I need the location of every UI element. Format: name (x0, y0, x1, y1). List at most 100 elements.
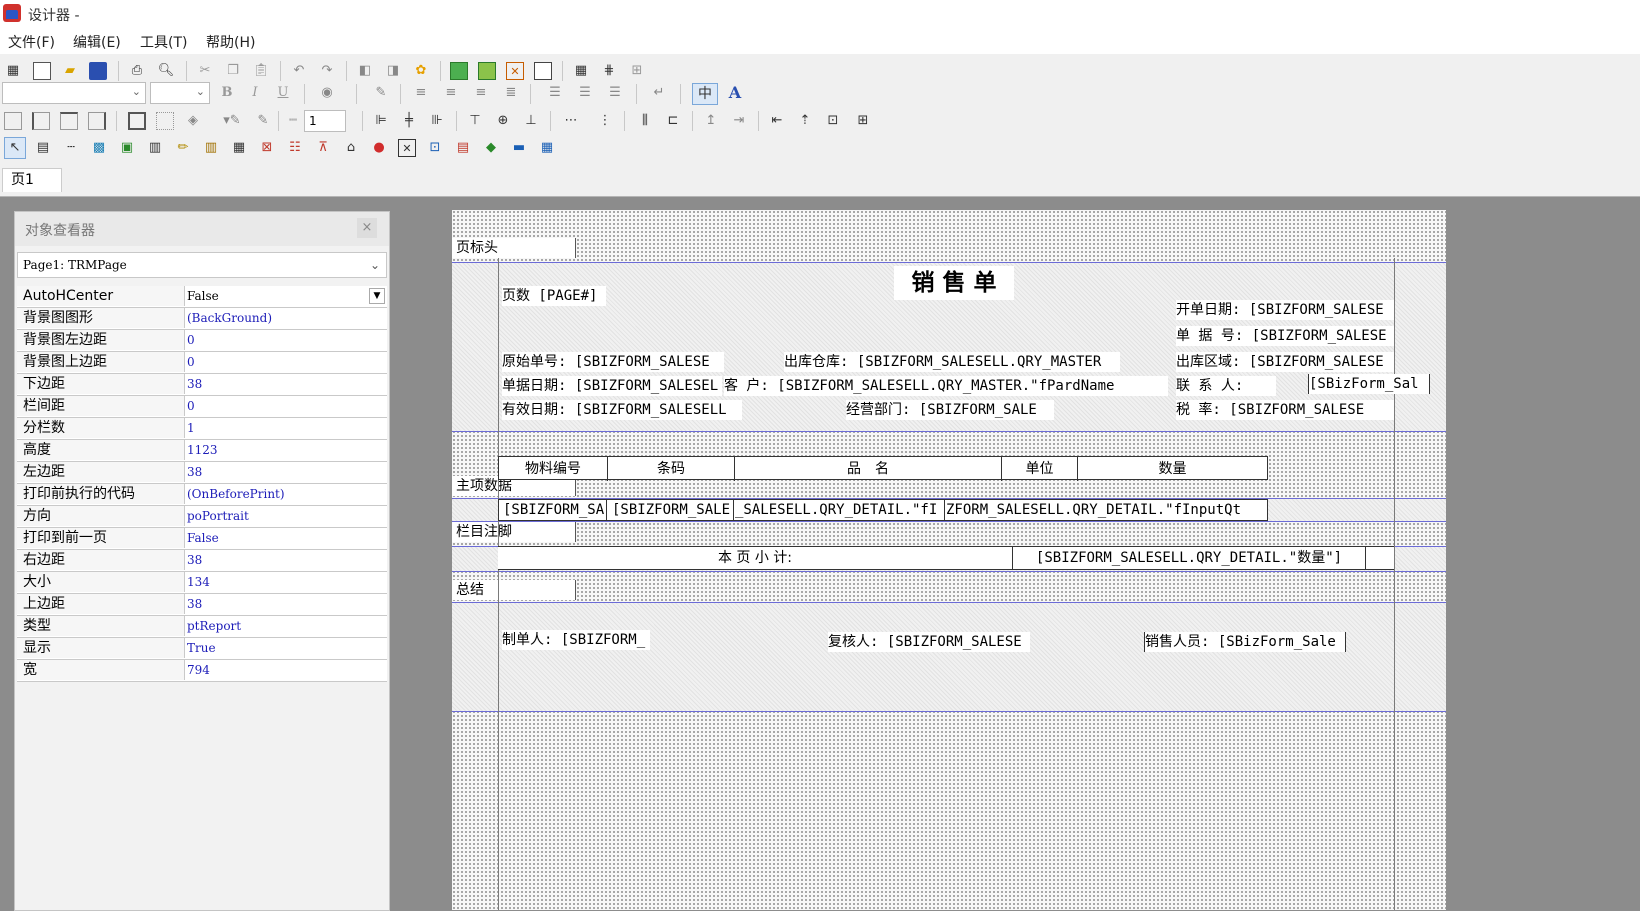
highlight-icon[interactable]: ◉ (318, 84, 336, 102)
space-horizontal-icon[interactable]: ⋯ (562, 112, 580, 130)
diagram-icon[interactable]: ▤ (454, 139, 472, 157)
property-value[interactable]: 1123 (187, 440, 218, 460)
space-vertical-icon[interactable]: ⋮ (596, 112, 614, 130)
subtotal-label[interactable]: 本 页 小 计: (498, 547, 1013, 569)
chevron-down-icon[interactable]: ▼ (369, 288, 385, 304)
align-right-icon[interactable]: ≡ (472, 84, 490, 102)
property-row[interactable]: 类型 ptReport (17, 616, 387, 638)
detail-row[interactable]: [SBIZFORM_SA [SBIZFORM_SALE _SALESELL.QR… (498, 499, 1268, 521)
select-tool-icon[interactable]: ↖ (4, 137, 26, 159)
property-value[interactable]: 1 (187, 418, 195, 438)
move-left-icon[interactable]: ⇤ (768, 112, 786, 130)
col-header-unit[interactable]: 单位 (1002, 457, 1078, 481)
shapes-icon[interactable]: ◆ (482, 139, 500, 157)
property-value[interactable]: 38 (187, 594, 202, 614)
property-row[interactable]: 显示 True (17, 638, 387, 660)
align-rights-icon[interactable]: ⊪ (428, 112, 446, 130)
new-file-icon[interactable] (33, 62, 51, 80)
detail-cell-material-no[interactable]: [SBIZFORM_SA (499, 500, 607, 520)
align-left-icon[interactable]: ≡ (412, 84, 430, 102)
contact-field[interactable]: [SBizForm_Sal (1308, 374, 1430, 394)
fit-grid-icon[interactable]: ⊞ (628, 62, 646, 80)
frame-all-icon[interactable] (4, 112, 22, 130)
grid-icon[interactable]: ▦ (572, 62, 590, 80)
line-width-spin[interactable]: 1 (304, 110, 346, 132)
dbimage-icon[interactable]: ▬ (510, 139, 528, 157)
eraser-icon[interactable]: ✎ (372, 84, 390, 102)
detail-cell-product-name[interactable]: _SALESELL.QRY_DETAIL."fI (735, 500, 945, 520)
menu-edit[interactable]: 编辑(E) (73, 32, 121, 52)
property-row[interactable]: 高度 1123 (17, 440, 387, 462)
salesman-field[interactable]: 销售人员: [SBizForm_Sale (1144, 632, 1346, 652)
same-height-icon[interactable]: ⫼ (636, 112, 654, 130)
font-name-combo[interactable]: ⌄ (2, 82, 146, 104)
line-tool-icon[interactable]: ✏ (174, 139, 192, 157)
frame-top-icon[interactable] (60, 112, 78, 130)
page-number-field[interactable]: 页数 [PAGE#] (502, 286, 606, 306)
property-row[interactable]: 背景图图形 (BackGround) (17, 308, 387, 330)
property-value[interactable]: (BackGround) (187, 308, 272, 328)
add-page-icon[interactable] (450, 62, 468, 80)
band-summary[interactable] (452, 602, 1446, 712)
property-value[interactable]: 794 (187, 660, 210, 680)
orig-no-field[interactable]: 原始单号: [SBIZFORM_SALESE (502, 352, 724, 372)
same-width-icon[interactable]: ⊏ (664, 112, 682, 130)
property-value[interactable]: False (187, 286, 219, 306)
group-icon[interactable]: ✿ (412, 62, 430, 80)
align-grid-icon[interactable]: ⋕ (600, 62, 618, 80)
shape-icon[interactable]: ⊼ (314, 139, 332, 157)
property-row[interactable]: 左边距 38 (17, 462, 387, 484)
property-value[interactable]: (OnBeforePrint) (187, 484, 285, 504)
col-header-barcode[interactable]: 条码 (608, 457, 735, 481)
chinese-char-toggle[interactable]: 中 (692, 83, 718, 105)
redo-icon[interactable]: ↷ (318, 62, 336, 80)
align-center-icon[interactable]: ≡ (442, 84, 460, 102)
doc-date-field[interactable]: 单据日期: [SBIZFORM_SALESEL (502, 376, 722, 396)
property-row[interactable]: 背景图左边距 0 (17, 330, 387, 352)
report-title[interactable]: 销 售 单 (894, 266, 1014, 300)
cut-icon[interactable]: ✂ (196, 62, 214, 80)
open-date-field[interactable]: 开单日期: [SBIZFORM_SALESE (1176, 300, 1394, 320)
send-back-icon[interactable]: ◨ (384, 62, 402, 80)
property-row[interactable]: 栏间距 0 (17, 396, 387, 418)
size-grow-icon[interactable]: ↥ (702, 112, 720, 130)
subtotal-row[interactable]: 本 页 小 计: [SBIZFORM_SALESELL.QRY_DETAIL."… (498, 546, 1394, 570)
tax-rate-field[interactable]: 税 率: [SBIZFORM_SALESE (1176, 400, 1394, 420)
property-value[interactable]: poPortrait (187, 506, 249, 526)
underline-button[interactable]: U (274, 84, 292, 102)
text-object-icon[interactable]: ▤ (34, 139, 52, 157)
barcode-list-icon[interactable]: ☷ (286, 139, 304, 157)
preview-zoom-icon[interactable]: 🔍︎ (157, 62, 175, 80)
property-row[interactable]: 分栏数 1 (17, 418, 387, 440)
property-row[interactable]: AutoHCenter False ▼ (17, 286, 387, 308)
frame-box-icon[interactable] (128, 112, 146, 130)
warehouse-field[interactable]: 出库仓库: [SBIZFORM_SALESELL.QRY_MASTER (784, 352, 1120, 372)
richtext-icon[interactable]: ▦ (230, 139, 248, 157)
property-row[interactable]: 上边距 38 (17, 594, 387, 616)
justify-icon[interactable]: ≣ (502, 84, 520, 102)
open-folder-icon[interactable]: ▰ (61, 62, 79, 80)
doc-no-field[interactable]: 单 据 号: [SBIZFORM_SALESE (1176, 326, 1394, 346)
property-value[interactable]: True (187, 638, 216, 658)
paste-icon[interactable]: 📋︎ (252, 62, 270, 80)
subreport-icon[interactable]: ▩ (90, 139, 108, 157)
close-icon[interactable]: × (357, 218, 377, 238)
property-value[interactable]: 38 (187, 462, 202, 482)
property-value[interactable]: False (187, 528, 219, 548)
ole-object-icon[interactable]: ⊡ (426, 139, 444, 157)
chart-icon[interactable]: ● (370, 139, 388, 157)
picture-icon[interactable]: ▣ (118, 139, 136, 157)
property-value[interactable]: 0 (187, 396, 195, 416)
tab-page1[interactable]: 页1 (2, 168, 62, 192)
property-value[interactable]: ptReport (187, 616, 241, 636)
frame-style-icon[interactable]: ✎ (254, 112, 272, 130)
align-vcenters-icon[interactable]: ⊕ (494, 112, 512, 130)
frame-right-icon[interactable] (88, 112, 106, 130)
frame-left-icon[interactable] (32, 112, 50, 130)
customer-field[interactable]: 客 户: [SBIZFORM_SALESELL.QRY_MASTER."fPar… (724, 376, 1168, 396)
dept-field[interactable]: 经营部门: [SBIZFORM_SALE (846, 400, 1054, 420)
align-lefts-icon[interactable]: ⊫ (372, 112, 390, 130)
menu-help[interactable]: 帮助(H) (206, 32, 255, 52)
col-header-qty[interactable]: 数量 (1078, 457, 1267, 481)
property-row[interactable]: 方向 poPortrait (17, 506, 387, 528)
